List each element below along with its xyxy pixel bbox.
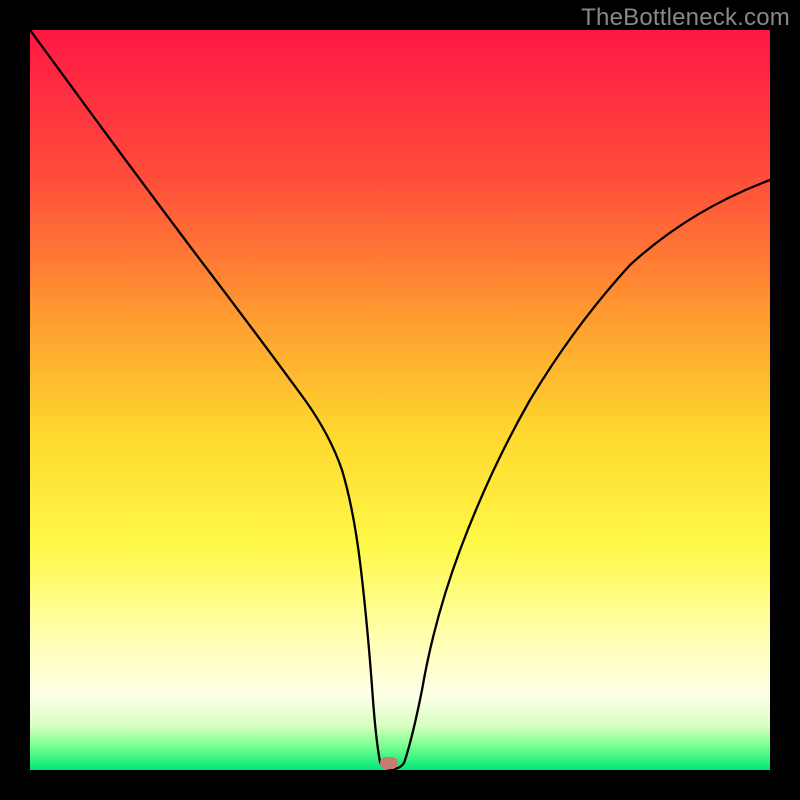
- curve-path: [30, 30, 770, 769]
- watermark-text: TheBottleneck.com: [581, 4, 790, 32]
- chart-frame: [30, 30, 770, 770]
- bottleneck-curve: [30, 30, 770, 770]
- optimal-point-marker: [380, 757, 398, 769]
